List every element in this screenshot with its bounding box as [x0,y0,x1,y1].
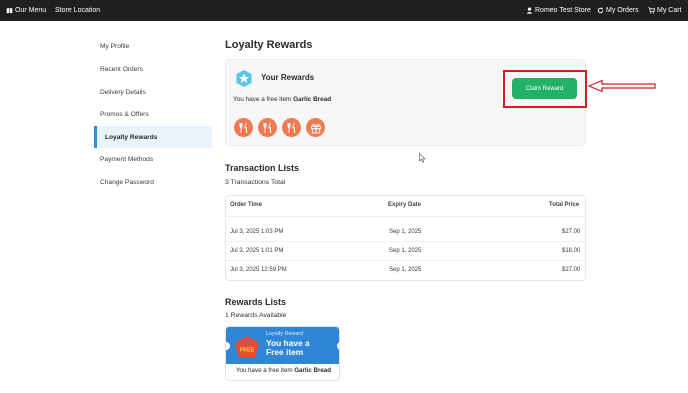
coupon-kicker: Loyalty Reward [266,331,304,337]
sidebar-item-label: Delivery Details [100,88,146,96]
coupon-caption: You have a free item Garlic Bread [226,367,339,374]
stamp-gift-icon [306,118,325,137]
sidebar-item-recent-orders[interactable]: Recent Orders [94,58,212,80]
expiry-date-cell: Sep 1, 2025 [389,267,422,273]
claim-button-highlight [503,70,587,108]
store-location-link[interactable]: Store Location [55,0,100,21]
stamp-fork-knife-icon [282,118,301,137]
account-name: Romeo Test Store [535,7,591,14]
free-item-prefix: You have a free item [233,96,292,103]
table-divider [226,216,585,217]
star-badge-icon [236,69,252,88]
column-header-order-time: Order Time [230,202,262,208]
rewards-list-count: 1 Rewards Available [225,312,287,319]
stamp-fork-knife-icon [258,118,277,137]
my-orders-link[interactable]: My Orders [597,0,639,21]
annotation-arrow-icon [588,79,656,93]
free-item-name: Garlic Bread [293,96,332,103]
free-tag-icon: FREE [235,336,259,358]
sidebar-item-label: My Profile [100,42,130,50]
coupon-headline: You have a Free item [266,338,310,357]
sidebar-item-label: Loyalty Rewards [105,133,158,141]
stamp-fork-knife-icon [234,118,253,137]
total-price-cell: $18.00 [562,248,581,254]
your-rewards-heading: Your Rewards [261,73,315,82]
free-tag-text: FREE [240,348,255,354]
total-price-cell: $27.00 [562,267,581,273]
my-cart-label: My Cart [657,7,682,14]
coupon-notch [337,342,339,350]
our-menu-link[interactable]: Our Menu [6,0,46,21]
table-divider [226,260,585,261]
sidebar-item-label: Payment Methods [100,155,154,163]
order-time-cell: Jul 3, 2025 12:59 PM [230,267,287,273]
transactions-count: 3 Transactions Total [225,179,286,186]
free-item-text: You have a free item Garlic Bread [233,96,331,103]
sidebar-item-payment-methods[interactable]: Payment Methods [94,148,212,170]
sidebar-item-loyalty-rewards[interactable]: Loyalty Rewards [94,126,212,148]
coupon-caption-item: Garlic Bread [294,367,332,374]
order-time-cell: Jul 3, 2025 1:03 PM [230,229,284,235]
account-link[interactable]: Romeo Test Store [526,0,591,21]
our-menu-label: Our Menu [15,7,47,14]
menu-book-icon [6,8,13,14]
total-price-cell: $27.00 [562,229,581,235]
order-time-cell: Jul 3, 2025 1:01 PM [230,248,284,254]
transactions-title: Transaction Lists [225,163,300,173]
sidebar-item-label: Promos & Offers [100,110,149,118]
mouse-cursor-icon [419,153,426,163]
sidebar-item-label: Change Password [100,178,154,186]
sidebar-item-change-password[interactable]: Change Password [94,171,212,193]
coupon-caption-prefix: You have a free item [235,367,293,374]
page-title: Loyalty Rewards [225,39,313,51]
cart-icon [648,7,655,14]
top-navigation-bar: Our Menu Store Location Romeo Test Store… [0,0,688,21]
column-header-total-price: Total Price [549,202,580,208]
user-icon [526,7,533,14]
column-header-expiry-date: Expiry Date [388,202,422,208]
sidebar-item-promos-offers[interactable]: Promos & Offers [94,103,212,125]
my-cart-link[interactable]: My Cart [648,0,682,21]
sidebar-item-my-profile[interactable]: My Profile [94,35,212,57]
store-location-label: Store Location [55,7,101,14]
my-orders-label: My Orders [606,7,639,14]
reward-coupon-card[interactable]: FREE Loyalty Reward You have a Free item… [225,326,340,381]
expiry-date-cell: Sep 1, 2025 [389,248,422,254]
expiry-date-cell: Sep 1, 2025 [389,229,422,235]
table-divider [226,241,585,242]
sidebar-item-label: Recent Orders [100,65,143,73]
rewards-list-title: Rewards Lists [225,297,287,307]
refresh-icon [597,7,604,14]
sidebar-item-delivery-details[interactable]: Delivery Details [94,81,212,103]
